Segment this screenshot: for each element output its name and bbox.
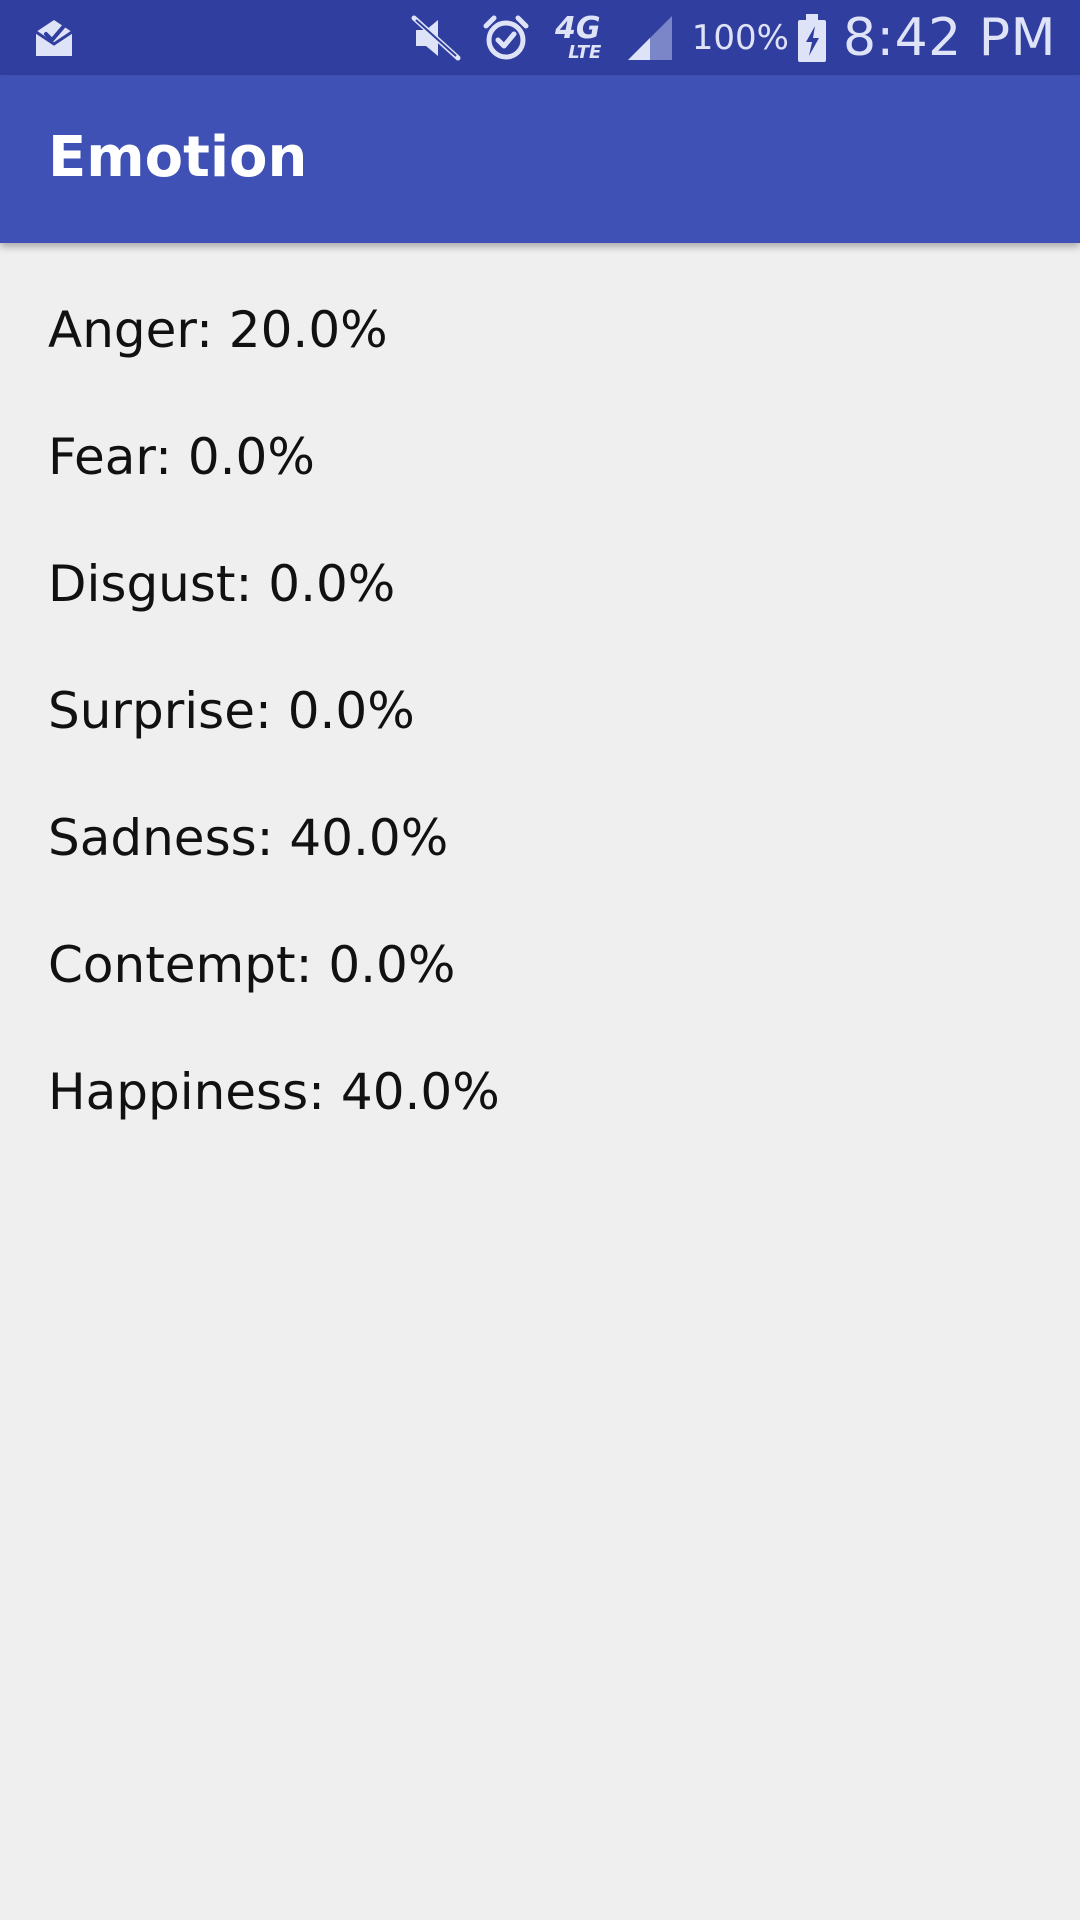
status-bar: 4G LTE 100% 8:42 PM xyxy=(0,0,1080,75)
mail-check-icon xyxy=(30,14,78,62)
signal-icon xyxy=(624,12,676,64)
mute-icon xyxy=(410,12,462,64)
4g-lte-icon: 4G LTE xyxy=(550,12,606,64)
battery-charging-icon xyxy=(795,12,829,64)
emotion-happiness: Happiness: 40.0% xyxy=(48,1063,500,1121)
alarm-icon xyxy=(480,12,532,64)
app-bar: Emotion xyxy=(0,75,1080,243)
emotion-surprise: Surprise: 0.0% xyxy=(48,682,415,740)
emotion-anger: Anger: 20.0% xyxy=(48,301,388,359)
emotion-list: Anger: 20.0% Fear: 0.0% Disgust: 0.0% Su… xyxy=(48,290,500,1179)
page-title: Emotion xyxy=(48,125,308,190)
battery-percent: 100% xyxy=(691,17,789,58)
network-label-top: 4G xyxy=(555,10,601,46)
emotion-disgust: Disgust: 0.0% xyxy=(48,555,396,613)
emotion-contempt: Contempt: 0.0% xyxy=(48,936,456,994)
status-icons: 4G LTE 100% 8:42 PM xyxy=(392,0,1056,75)
emotion-sadness: Sadness: 40.0% xyxy=(48,809,449,867)
emotion-fear: Fear: 0.0% xyxy=(48,428,315,486)
clock: 8:42 PM xyxy=(842,7,1056,68)
network-label-bottom: LTE xyxy=(568,41,602,63)
